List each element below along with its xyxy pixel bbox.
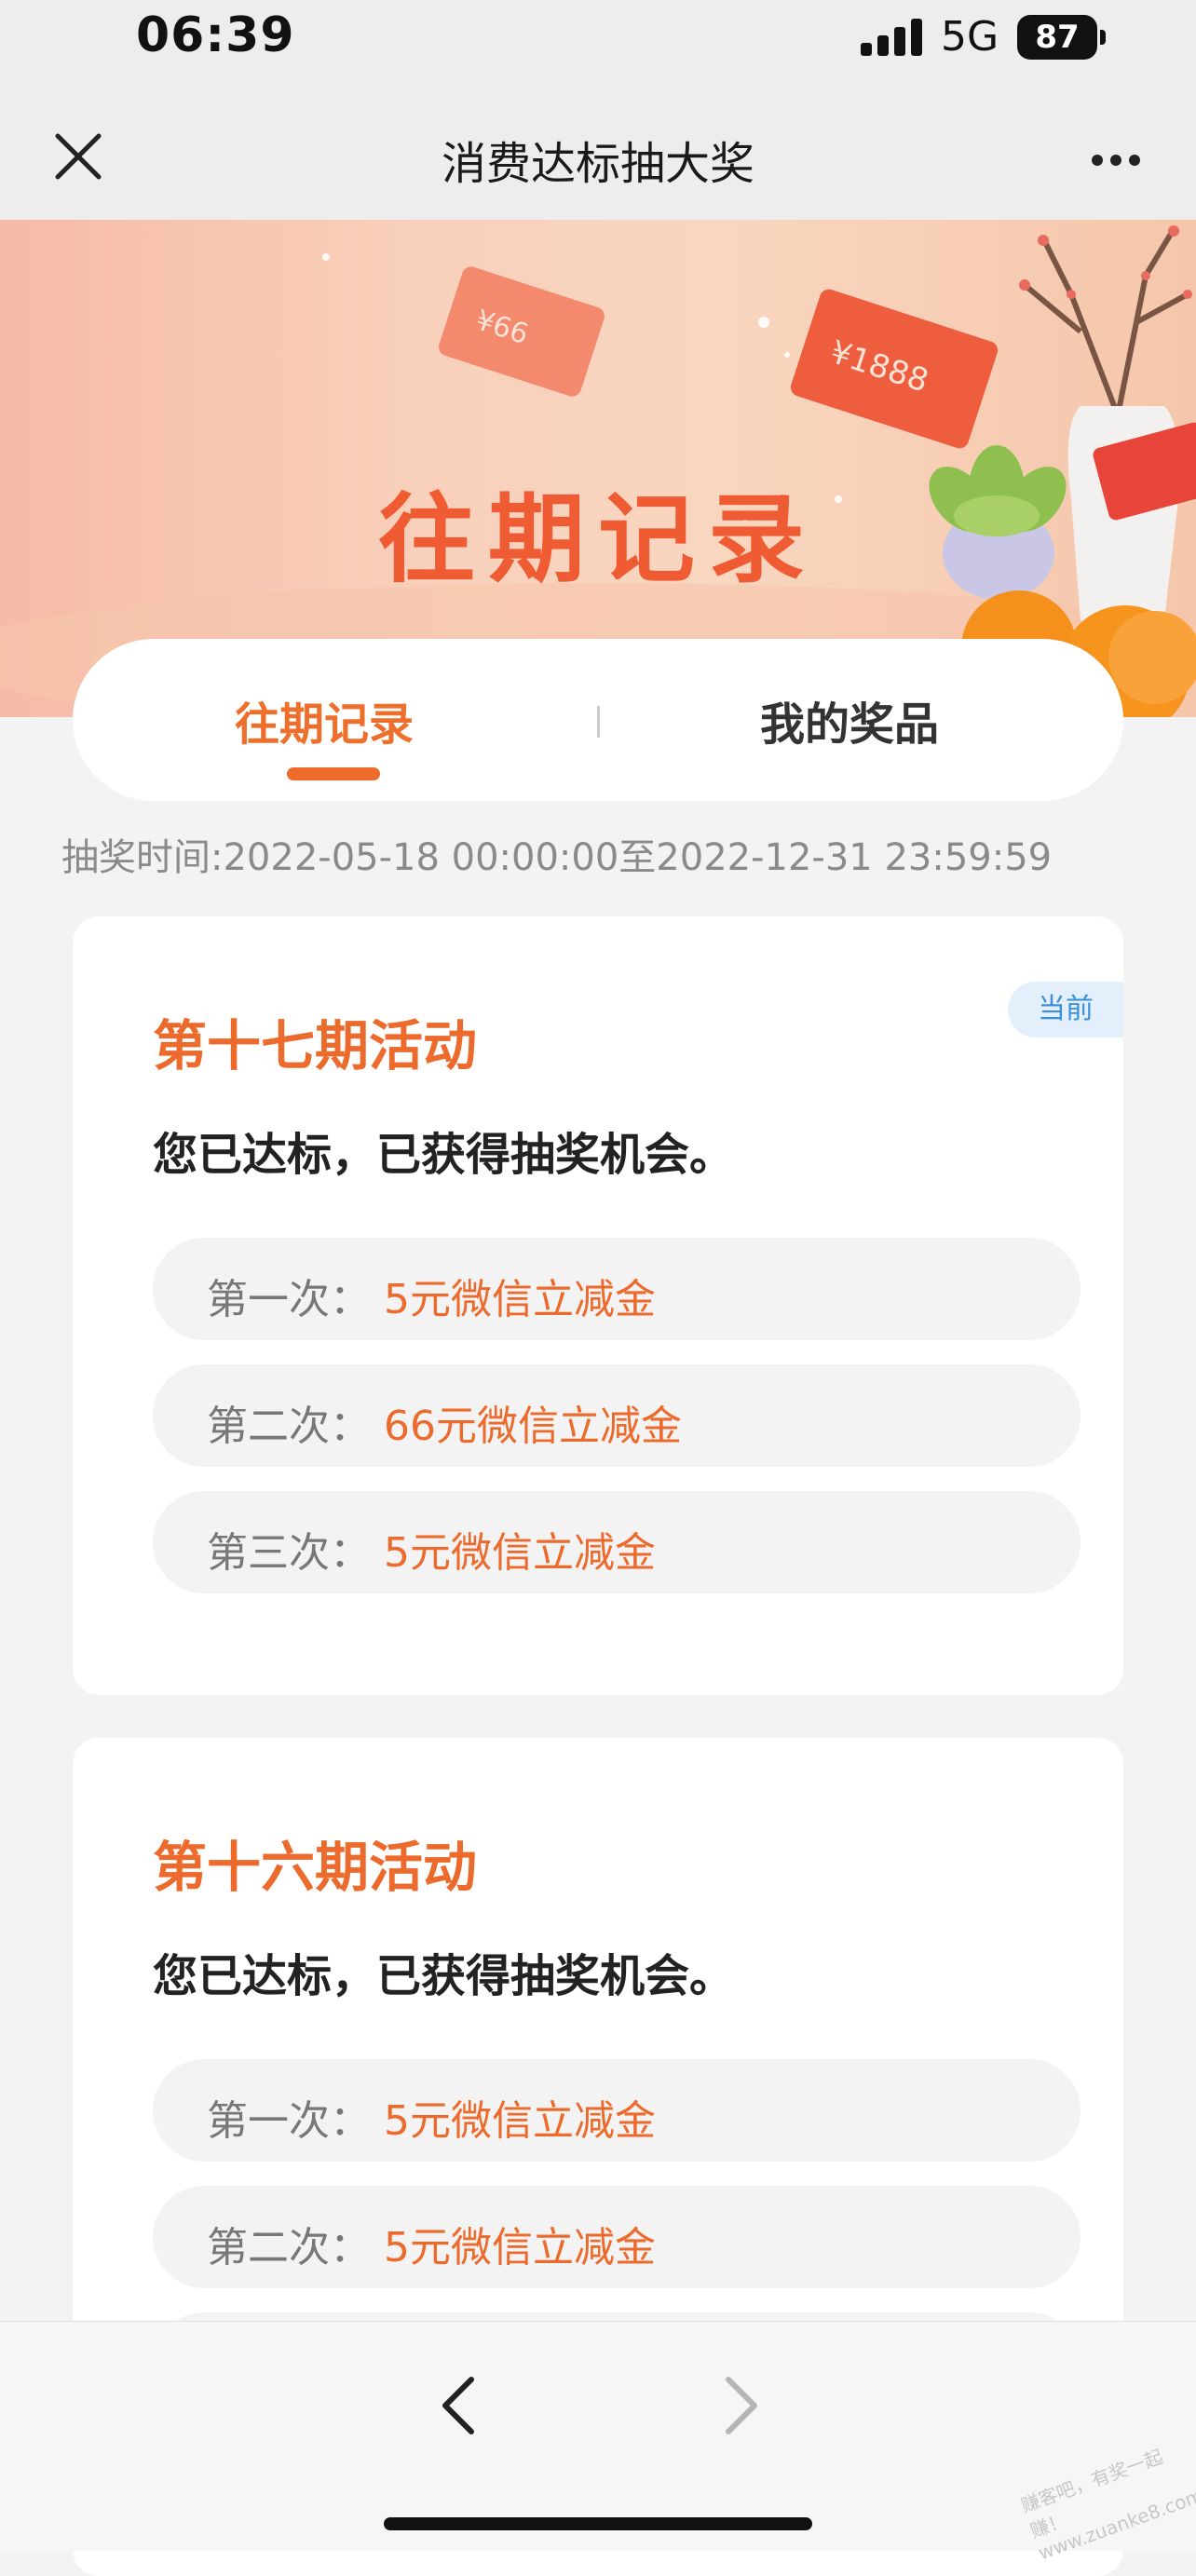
browser-toolbar [0, 2321, 1196, 2551]
period-title: 第十七期活动 [153, 1014, 478, 1078]
ticket-left-icon: ¥66 [439, 266, 605, 397]
draw-row: 第二次： 66元微信立减金 [153, 1364, 1080, 1467]
draw-label: 第二次： [207, 1403, 371, 1450]
period-title: 第十六期活动 [153, 1836, 478, 1899]
period-status: 您已达标，已获得抽奖机会。 [153, 1129, 735, 1181]
draw-row: 第二次： 5元微信立减金 [153, 2186, 1080, 2288]
branch-icon [1023, 227, 1189, 417]
battery-level: 87 [1035, 19, 1080, 56]
draw-label: 第二次： [207, 2224, 371, 2271]
period-card: 第十七期活动 当前 您已达标，已获得抽奖机会。 第一次： 5元微信立减金 第二次… [73, 916, 1123, 1695]
draw-row: 第三次： 5元微信立减金 [153, 1491, 1080, 1593]
home-indicator[interactable] [384, 2517, 812, 2530]
status-time: 06:39 [136, 7, 295, 63]
draw-prize: 5元微信立减金 [384, 1529, 656, 1577]
current-badge: 当前 [1008, 982, 1123, 1037]
active-tab-indicator [287, 767, 380, 780]
network-type: 5G [941, 13, 999, 61]
period-status: 您已达标，已获得抽奖机会。 [153, 1950, 735, 2002]
nav-bar: 消费达标抽大奖 [0, 75, 1196, 220]
ticket-right-icon: ¥1888 [790, 289, 999, 449]
draw-prize: 5元微信立减金 [384, 2097, 656, 2145]
page-title: 消费达标抽大奖 [441, 138, 754, 190]
draw-row: 第一次： 5元微信立减金 [153, 1238, 1080, 1340]
banner-title: 往期记录 [377, 482, 818, 596]
draw-row: 第一次： 5元微信立减金 [153, 2059, 1080, 2162]
draw-label: 第一次： [207, 1276, 371, 1323]
battery-icon: 87 [1017, 15, 1097, 60]
tab-history[interactable]: 往期记录 [235, 687, 414, 752]
draw-prize: 5元微信立减金 [384, 2224, 656, 2271]
battery-tip [1100, 30, 1106, 45]
tab-divider [597, 706, 600, 738]
draw-prize: 66元微信立减金 [384, 1403, 682, 1450]
signal-icon [861, 19, 922, 56]
draw-label: 第一次： [207, 2097, 371, 2145]
forward-arrow-icon[interactable] [719, 2372, 764, 2439]
tab-my-prizes[interactable]: 我的奖品 [760, 687, 939, 752]
more-icon[interactable] [1090, 153, 1142, 168]
draw-time-range: 抽奖时间:2022-05-18 00:00:00至2022-12-31 23:5… [61, 836, 1053, 879]
status-bar: 06:39 5G 87 [0, 0, 1196, 75]
tab-bar: 往期记录 我的奖品 [73, 639, 1123, 801]
back-arrow-icon[interactable] [436, 2372, 481, 2439]
draw-prize: 5元微信立减金 [384, 1276, 656, 1323]
draw-label: 第三次： [207, 1529, 371, 1577]
